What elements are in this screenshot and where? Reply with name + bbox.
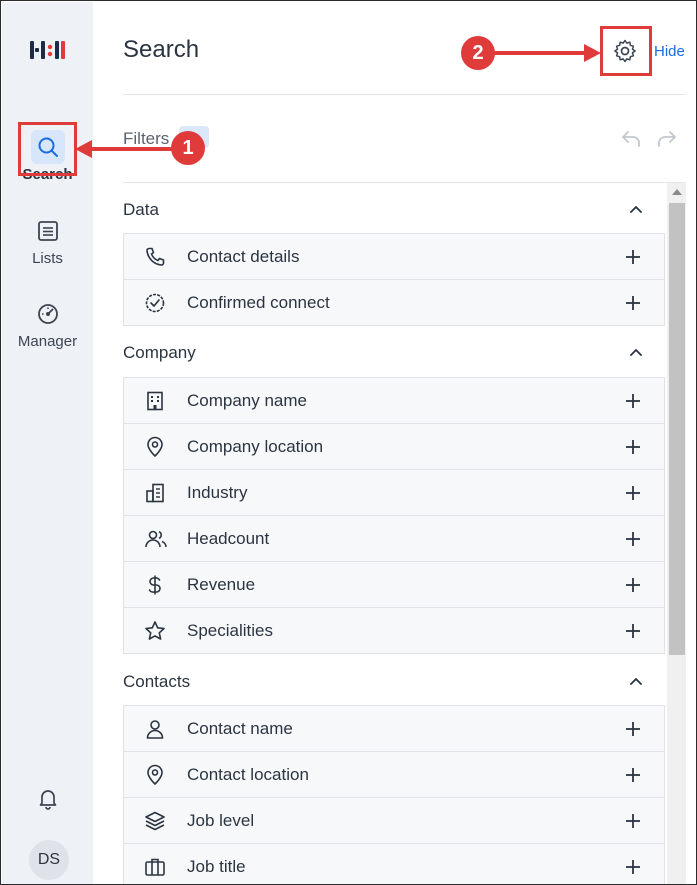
building-icon: [147, 391, 163, 411]
filter-row-specialities[interactable]: Specialities: [123, 607, 665, 654]
location-pin-icon: [147, 764, 163, 785]
chevron-up-icon: [630, 678, 642, 685]
annotation-number: 1: [171, 131, 205, 165]
industry-icon: [146, 483, 164, 503]
filter-label: Specialities: [187, 621, 273, 640]
filter-label: Contact name: [187, 719, 293, 738]
annotation-highlight-search: [18, 122, 77, 176]
list-icon: [31, 214, 65, 248]
plus-icon[interactable]: [624, 622, 642, 640]
plus-icon[interactable]: [624, 812, 642, 830]
plus-icon[interactable]: [624, 484, 642, 502]
annotation-arrow-line: [493, 51, 588, 55]
filter-row-headcount[interactable]: Headcount: [123, 515, 665, 562]
gauge-icon: [31, 297, 65, 331]
users-icon: [145, 530, 167, 548]
filter-row-contact-details[interactable]: Contact details: [123, 233, 665, 280]
section-title: Company: [123, 343, 196, 362]
dollar-icon: [148, 575, 161, 595]
scroll-up-arrow-icon[interactable]: [672, 189, 682, 195]
filter-row-job-level[interactable]: Job level: [123, 797, 665, 844]
undo-icon[interactable]: [620, 128, 642, 148]
filter-label: Company location: [187, 437, 324, 456]
filter-label: Job level: [187, 811, 255, 830]
filter-row-industry[interactable]: Industry: [123, 469, 665, 516]
hide-link[interactable]: Hide: [654, 43, 685, 60]
annotation-number: 2: [461, 36, 495, 70]
arrow-right-icon: [584, 44, 601, 62]
section-title: Contacts: [123, 672, 191, 691]
nav-manager-label: Manager: [17, 333, 78, 350]
nav-manager[interactable]: Manager: [2, 297, 93, 350]
page-title: Search: [123, 36, 200, 63]
plus-icon[interactable]: [624, 858, 642, 876]
section-title: Data: [123, 200, 159, 219]
nav-lists-label: Lists: [32, 250, 63, 267]
briefcase-icon: [145, 858, 165, 876]
section-header-contacts[interactable]: Contacts: [123, 672, 653, 696]
phone-icon: [146, 247, 165, 266]
plus-icon[interactable]: [624, 720, 642, 738]
plus-icon[interactable]: [624, 766, 642, 784]
filter-label: Revenue: [187, 575, 256, 594]
star-icon: [145, 621, 165, 640]
plus-icon[interactable]: [624, 392, 642, 410]
filter-row-contact-name[interactable]: Contact name: [123, 705, 665, 752]
avatar[interactable]: DS: [29, 840, 69, 880]
filters-label: Filters: [123, 129, 170, 148]
app-window: Search Lists Manager DS Search Hide Filt…: [0, 0, 697, 885]
section-header-company[interactable]: Company: [123, 343, 653, 367]
chevron-up-icon: [630, 206, 642, 213]
bell-icon[interactable]: [36, 786, 60, 810]
filters-divider: [123, 182, 686, 183]
filter-label: Headcount: [187, 529, 270, 548]
arrow-left-icon: [75, 140, 92, 158]
person-icon: [146, 720, 164, 739]
annotation-arrow-line: [89, 147, 174, 151]
filter-row-revenue[interactable]: Revenue: [123, 561, 665, 608]
plus-icon[interactable]: [624, 576, 642, 594]
plus-icon[interactable]: [624, 530, 642, 548]
filter-label: Industry: [187, 483, 248, 502]
filter-label: Company name: [187, 391, 308, 410]
filter-label: Contact location: [187, 765, 309, 784]
nav-lists[interactable]: Lists: [2, 214, 93, 267]
filter-label: Confirmed connect: [187, 293, 330, 312]
check-badge-icon: [145, 293, 165, 313]
filter-row-contact-location[interactable]: Contact location: [123, 751, 665, 798]
chevron-up-icon: [630, 349, 642, 356]
annotation-highlight-settings: [600, 26, 652, 76]
layers-icon: [145, 811, 165, 831]
scrollbar-thumb[interactable]: [669, 203, 685, 655]
section-header-data[interactable]: Data: [123, 200, 653, 224]
header-divider: [123, 94, 686, 95]
plus-icon[interactable]: [624, 438, 642, 456]
app-logo-icon[interactable]: [30, 39, 68, 61]
redo-icon[interactable]: [656, 128, 678, 148]
filter-label: Job title: [187, 857, 246, 876]
plus-icon[interactable]: [624, 248, 642, 266]
filter-row-confirmed-connect[interactable]: Confirmed connect: [123, 279, 665, 326]
filter-row-company-location[interactable]: Company location: [123, 423, 665, 470]
location-pin-icon: [147, 436, 163, 457]
plus-icon[interactable]: [624, 294, 642, 312]
filter-label: Contact details: [187, 247, 300, 266]
filter-row-job-title[interactable]: Job title: [123, 843, 665, 884]
filter-row-company-name[interactable]: Company name: [123, 377, 665, 424]
